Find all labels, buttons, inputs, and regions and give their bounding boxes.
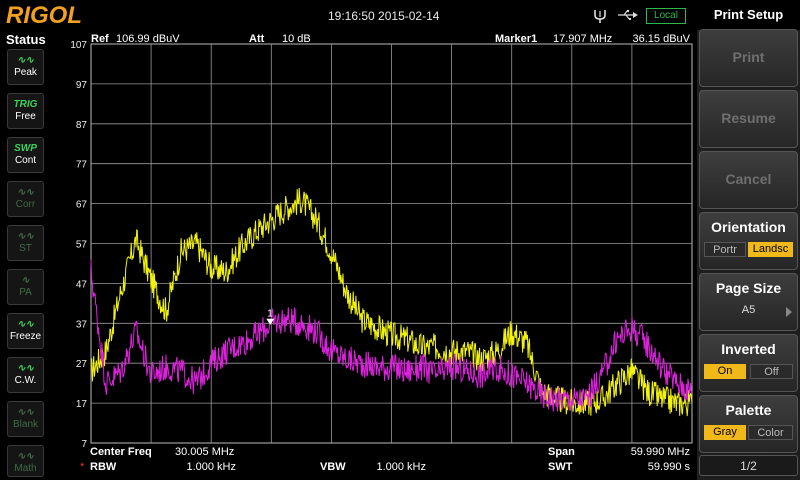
palette-gray-option[interactable]: Gray	[704, 425, 746, 440]
resume-label: Resume	[721, 110, 776, 126]
orientation-button[interactable]: Orientation Portr Landsc	[699, 212, 798, 270]
palette-button[interactable]: Palette Gray Color	[699, 395, 798, 453]
page-size-label: Page Size	[715, 280, 782, 296]
y-tick-label: 97	[76, 80, 88, 91]
orientation-portrait-option[interactable]: Portr	[704, 242, 746, 257]
marker-1-label: 1	[267, 309, 273, 320]
page-indicator[interactable]: 1/2	[699, 455, 798, 476]
y-tick-label: 47	[76, 279, 88, 290]
cancel-label: Cancel	[725, 171, 772, 187]
y-tick-label: 107	[70, 40, 87, 51]
y-tick-label: 67	[76, 200, 88, 211]
y-tick-label: 17	[76, 399, 88, 410]
y-tick-label: 37	[76, 319, 88, 330]
inverted-label: Inverted	[721, 341, 776, 357]
cancel-button[interactable]: Cancel	[699, 151, 798, 209]
orientation-landscape-option[interactable]: Landsc	[748, 242, 793, 257]
y-tick-label: 27	[76, 359, 88, 370]
y-tick-label: 7	[81, 439, 87, 450]
spectrum-plot[interactable]: 107 97 87 77 67 57 47 37 27 17 7 1	[0, 0, 800, 480]
palette-label: Palette	[725, 402, 772, 418]
page-size-value: A5	[741, 304, 756, 316]
print-button[interactable]: Print	[699, 29, 798, 87]
inverted-button[interactable]: Inverted On Off	[699, 334, 798, 392]
y-tick-label: 77	[76, 160, 88, 171]
chevron-right-icon	[786, 307, 792, 317]
page-size-button[interactable]: Page Size A5	[699, 273, 798, 331]
inverted-on-option[interactable]: On	[704, 364, 746, 379]
print-label: Print	[732, 49, 765, 65]
inverted-off-option[interactable]: Off	[750, 364, 793, 379]
y-tick-label: 57	[76, 240, 88, 251]
panel-title: Print Setup	[697, 0, 800, 30]
palette-color-option[interactable]: Color	[748, 425, 793, 440]
orientation-label: Orientation	[711, 219, 786, 235]
y-tick-label: 87	[76, 120, 88, 131]
resume-button[interactable]: Resume	[699, 90, 798, 148]
